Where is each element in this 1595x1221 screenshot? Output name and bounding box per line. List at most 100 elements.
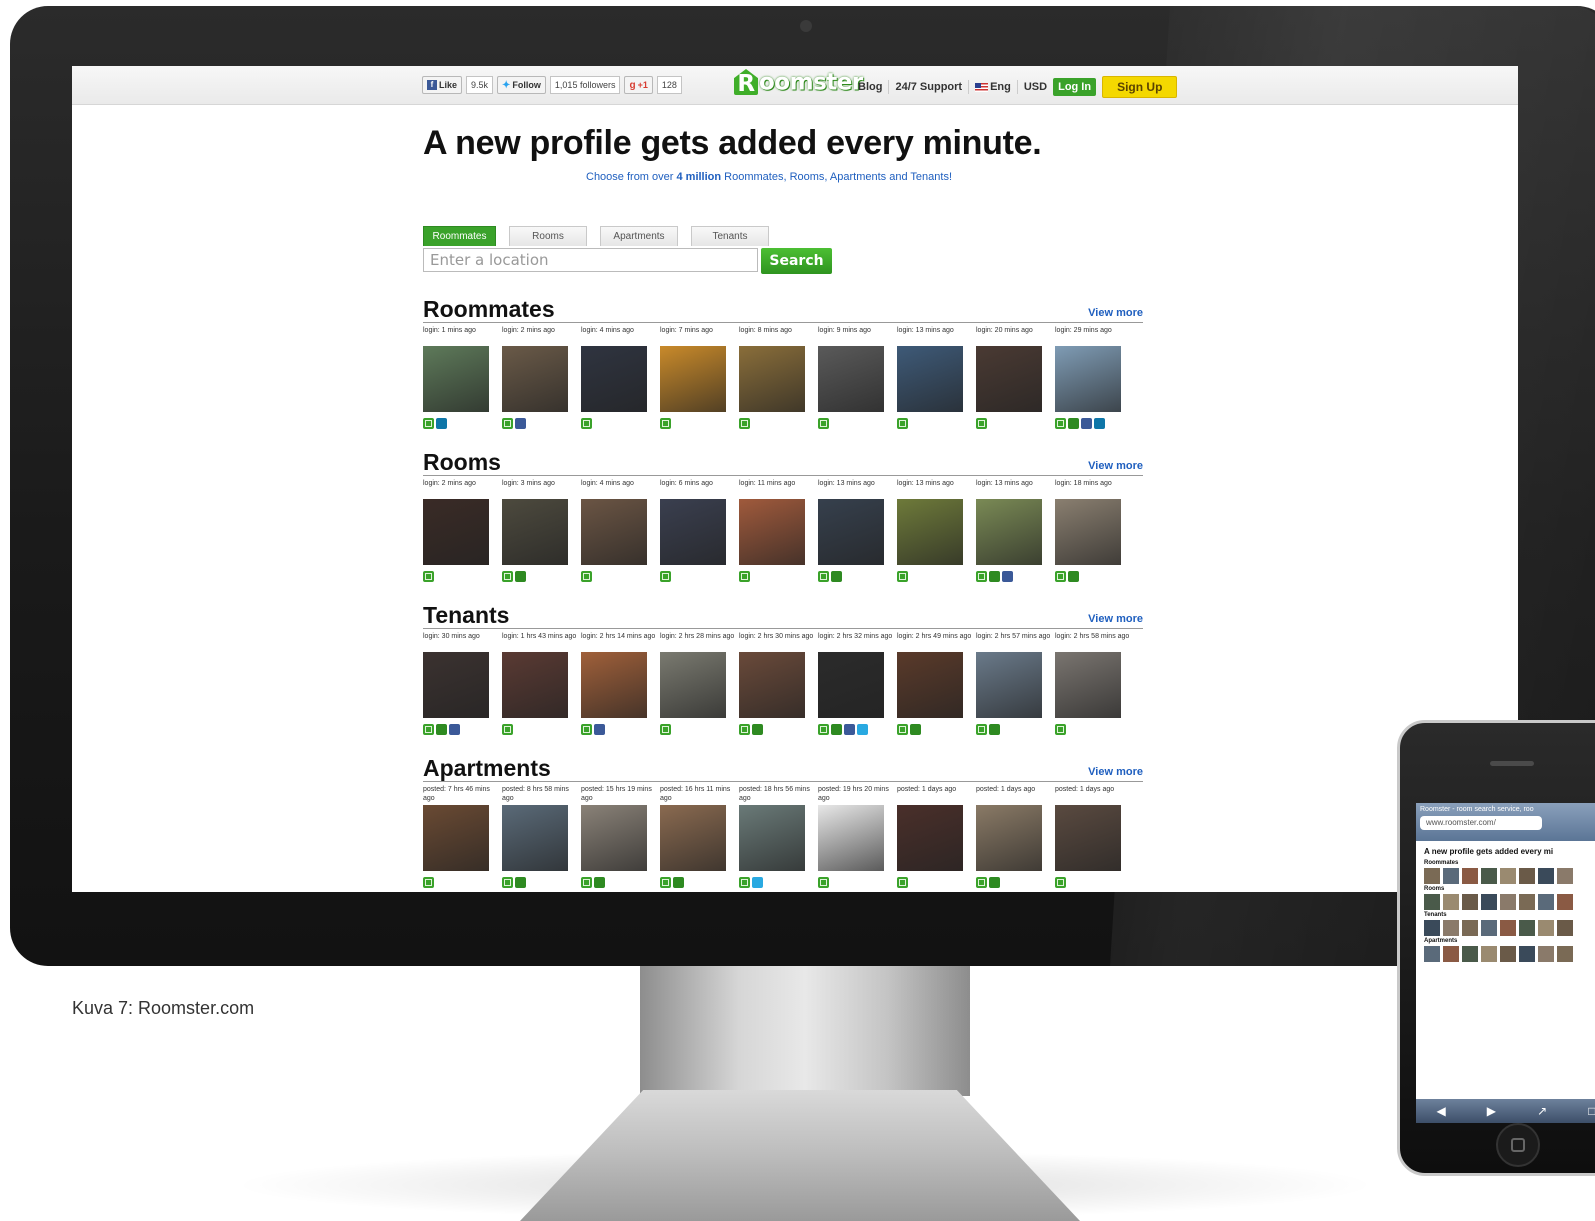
phone-profile-thumb[interactable] [1519,868,1535,884]
profile-photo[interactable] [423,805,489,871]
profile-photo[interactable] [502,652,568,718]
profile-photo[interactable] [502,346,568,412]
nav-blog-link[interactable]: Blog [858,81,882,93]
back-arrow-icon[interactable]: ◀ [1437,1104,1446,1118]
view-more-link[interactable]: View more [1088,766,1143,778]
message-icon[interactable] [1055,724,1066,735]
profile-photo[interactable] [581,346,647,412]
profile-card[interactable]: login: 20 mins ago [976,326,1055,446]
phone-profile-thumb[interactable] [1519,920,1535,936]
profile-card[interactable]: login: 2 hrs 30 mins ago [739,632,818,752]
phone-profile-thumb[interactable] [1500,920,1516,936]
profile-card[interactable]: login: 1 hrs 43 mins ago [502,632,581,752]
message-icon[interactable] [897,724,908,735]
phone-profile-thumb[interactable] [1462,894,1478,910]
message-icon[interactable] [739,418,750,429]
profile-photo[interactable] [660,346,726,412]
profile-card[interactable]: login: 2 hrs 14 mins ago [581,632,660,752]
facebook-icon[interactable] [594,724,605,735]
message-icon[interactable] [1055,418,1066,429]
profile-photo[interactable] [818,652,884,718]
profile-card[interactable]: login: 2 hrs 28 mins ago [660,632,739,752]
roomster-logo[interactable]: Roomster [734,69,863,96]
tab-rooms[interactable]: Rooms [509,226,587,246]
phone-profile-thumb[interactable] [1462,920,1478,936]
profile-card[interactable]: login: 7 mins ago [660,326,739,446]
phone-profile-thumb[interactable] [1519,894,1535,910]
twitter-icon[interactable] [752,877,763,888]
phone-profile-thumb[interactable] [1424,894,1440,910]
message-icon[interactable] [976,571,987,582]
twitter-icon[interactable] [857,724,868,735]
phone-icon[interactable] [989,877,1000,888]
view-more-link[interactable]: View more [1088,613,1143,625]
profile-photo[interactable] [1055,499,1121,565]
profile-card[interactable]: posted: 19 hrs 20 mins ago [818,785,897,892]
phone-icon[interactable] [436,724,447,735]
message-icon[interactable] [502,571,513,582]
profile-photo[interactable] [581,652,647,718]
bookmarks-icon[interactable]: □ [1588,1104,1595,1118]
profile-card[interactable]: login: 13 mins ago [976,479,1055,599]
phone-profile-thumb[interactable] [1557,920,1573,936]
phone-profile-thumb[interactable] [1538,946,1554,962]
phone-profile-thumb[interactable] [1538,894,1554,910]
message-icon[interactable] [502,877,513,888]
message-icon[interactable] [423,724,434,735]
facebook-icon[interactable] [1002,571,1013,582]
location-search-input[interactable]: Enter a location [423,248,758,272]
language-selector[interactable]: Eng [975,81,1011,93]
phone-profile-thumb[interactable] [1462,868,1478,884]
profile-card[interactable]: posted: 1 days ago [976,785,1055,892]
phone-profile-thumb[interactable] [1424,920,1440,936]
phone-profile-thumb[interactable] [1500,894,1516,910]
linkedin-icon[interactable] [1094,418,1105,429]
phone-profile-thumb[interactable] [1443,920,1459,936]
profile-card[interactable]: posted: 1 days ago [897,785,976,892]
profile-photo[interactable] [976,499,1042,565]
facebook-icon[interactable] [1081,418,1092,429]
profile-photo[interactable] [1055,805,1121,871]
profile-photo[interactable] [423,499,489,565]
profile-card[interactable]: login: 9 mins ago [818,326,897,446]
profile-card[interactable]: posted: 18 hrs 56 mins ago [739,785,818,892]
profile-photo[interactable] [581,499,647,565]
profile-photo[interactable] [1055,652,1121,718]
profile-photo[interactable] [581,805,647,871]
message-icon[interactable] [739,724,750,735]
profile-photo[interactable] [897,652,963,718]
twitter-follow-button[interactable]: ✦ Follow [497,76,546,94]
home-button[interactable] [1496,1123,1540,1167]
profile-photo[interactable] [660,499,726,565]
phone-profile-thumb[interactable] [1557,894,1573,910]
phone-icon[interactable] [831,571,842,582]
profile-card[interactable]: login: 4 mins ago [581,326,660,446]
tab-apartments[interactable]: Apartments [600,226,678,246]
phone-icon[interactable] [989,571,1000,582]
message-icon[interactable] [897,418,908,429]
phone-icon[interactable] [1068,418,1079,429]
phone-profile-thumb[interactable] [1481,946,1497,962]
profile-card[interactable]: login: 2 hrs 58 mins ago [1055,632,1134,752]
message-icon[interactable] [818,418,829,429]
profile-photo[interactable] [897,805,963,871]
profile-photo[interactable] [818,346,884,412]
message-icon[interactable] [976,418,987,429]
facebook-icon[interactable] [515,418,526,429]
forward-arrow-icon[interactable]: ▶ [1487,1104,1496,1118]
profile-card[interactable]: login: 2 mins ago [423,479,502,599]
phone-profile-thumb[interactable] [1424,868,1440,884]
message-icon[interactable] [818,724,829,735]
profile-card[interactable]: posted: 15 hrs 19 mins ago [581,785,660,892]
profile-card[interactable]: login: 1 mins ago [423,326,502,446]
tab-tenants[interactable]: Tenants [691,226,769,246]
profile-card[interactable]: login: 2 hrs 49 mins ago [897,632,976,752]
phone-profile-thumb[interactable] [1481,920,1497,936]
phone-icon[interactable] [673,877,684,888]
profile-photo[interactable] [739,652,805,718]
phone-profile-thumb[interactable] [1538,920,1554,936]
profile-photo[interactable] [1055,346,1121,412]
profile-photo[interactable] [739,499,805,565]
message-icon[interactable] [1055,877,1066,888]
phone-url-bar[interactable]: www.roomster.com/ [1420,816,1542,830]
